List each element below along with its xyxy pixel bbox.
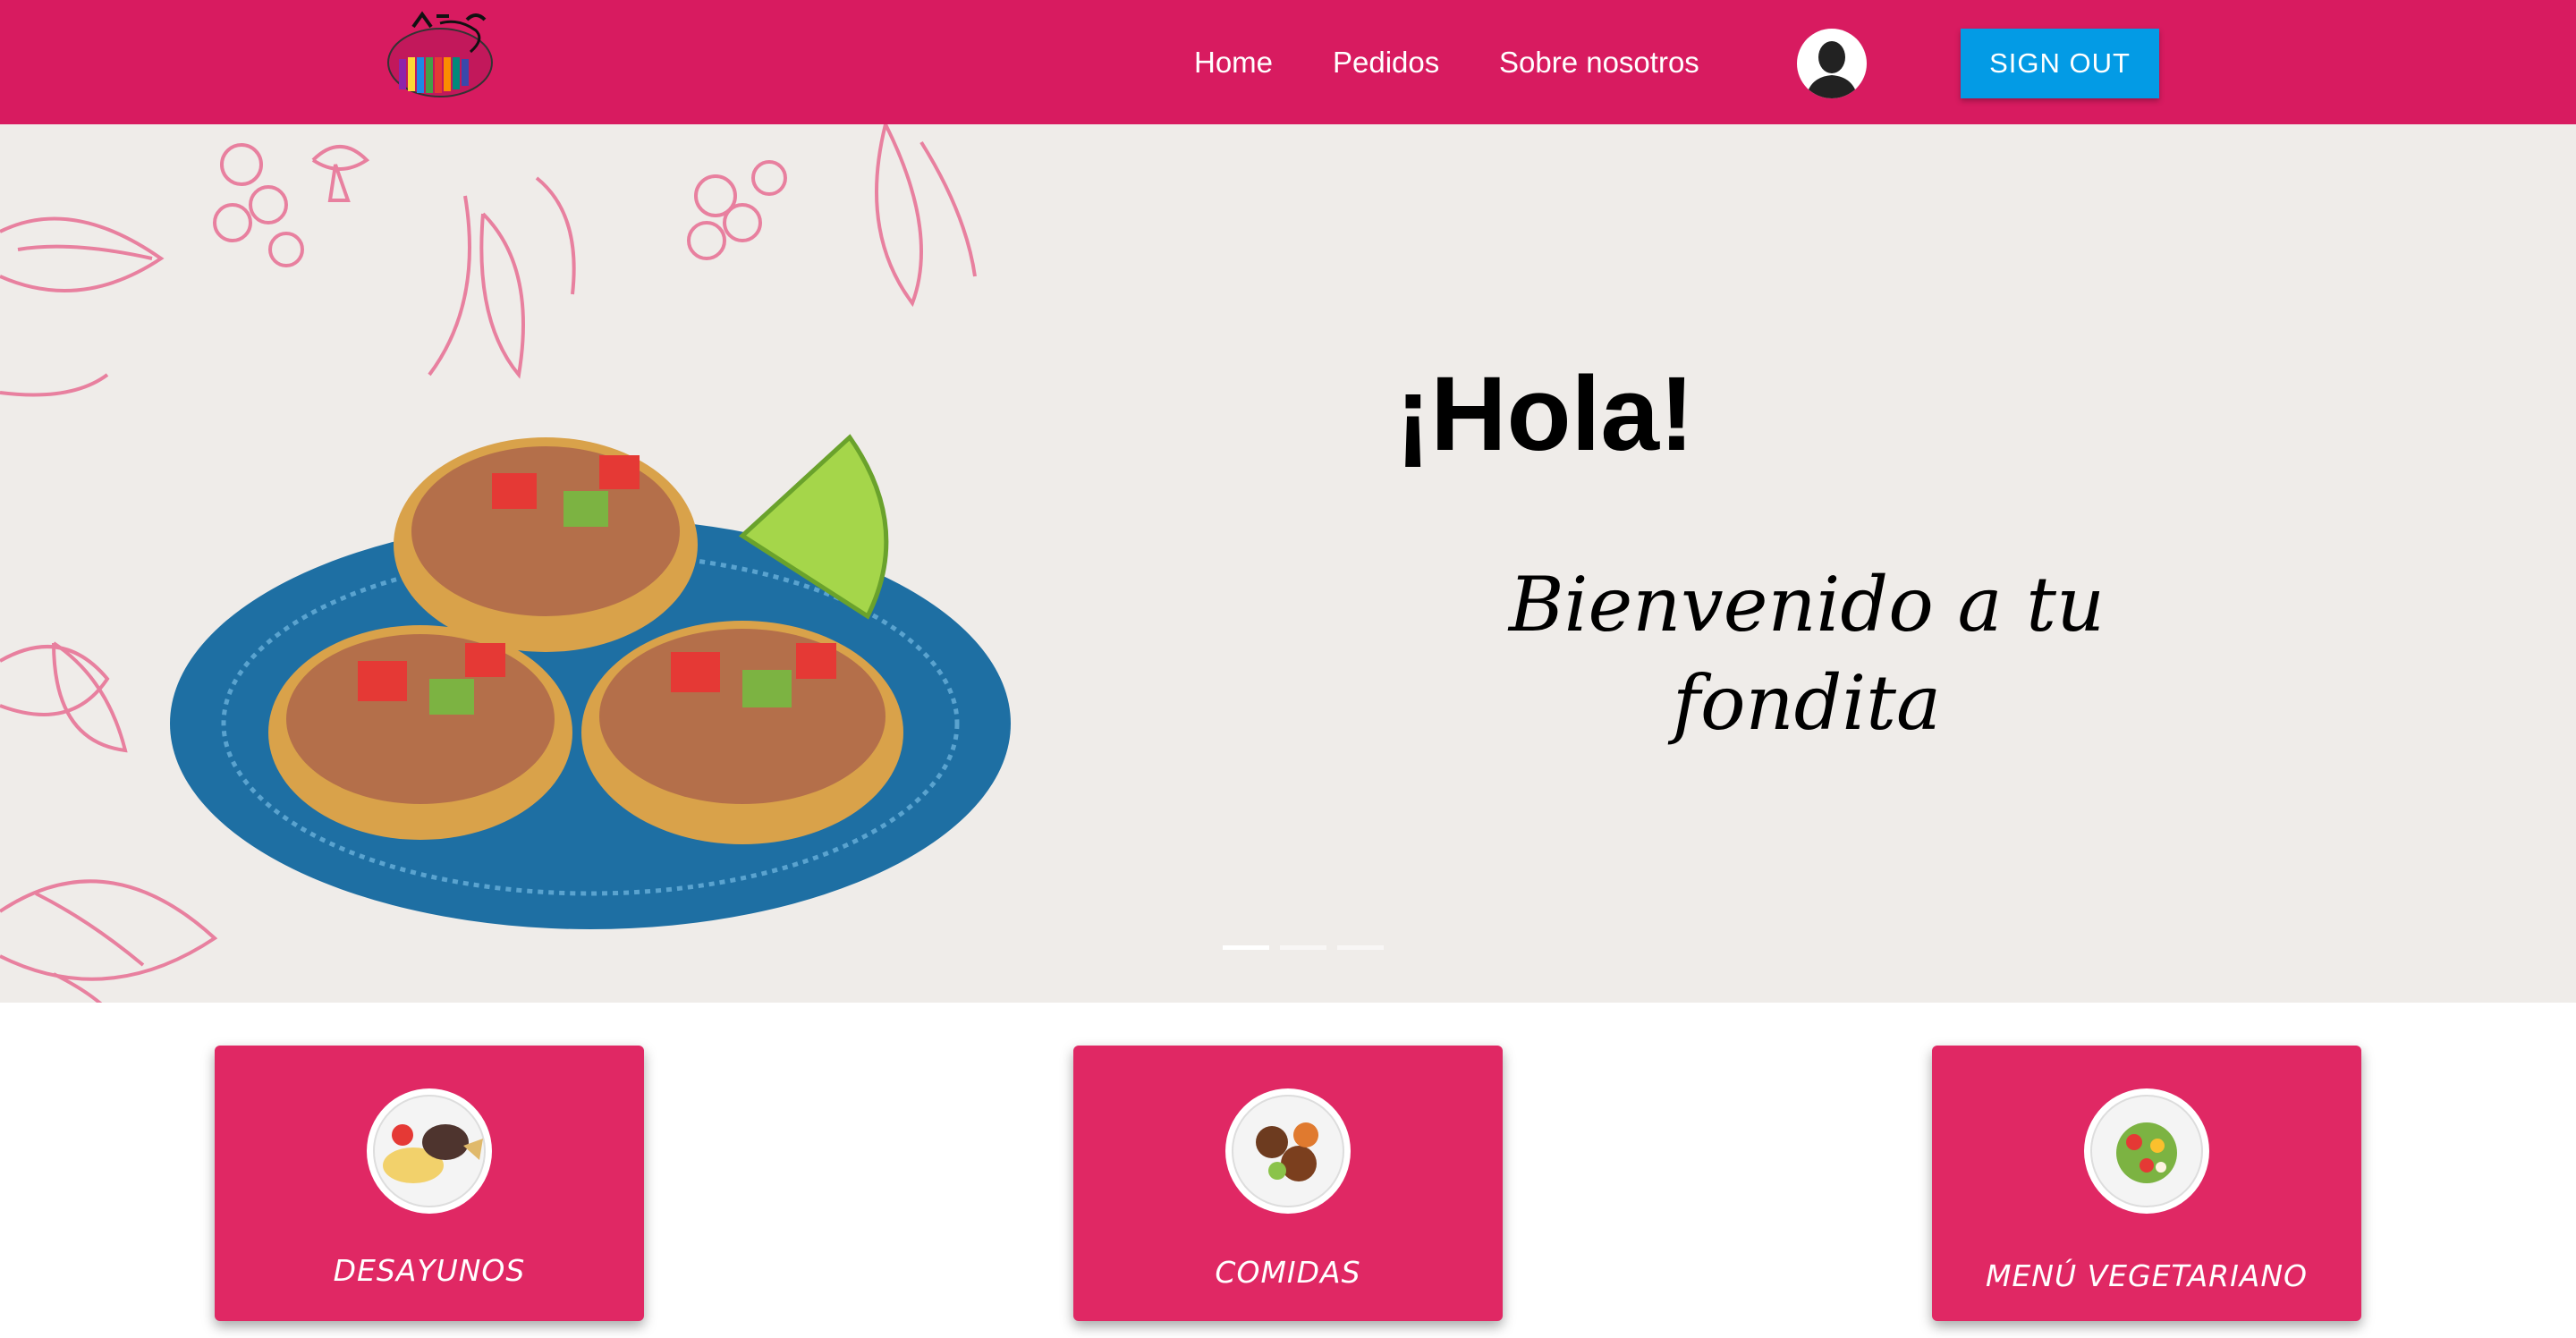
meal-plate-icon (1225, 1088, 1351, 1214)
category-label: COMIDAS (1215, 1255, 1361, 1290)
sign-out-button[interactable]: SIGN OUT (1961, 29, 2159, 98)
hero-carousel: ¡Hola! Bienvenido a tu fondita (0, 124, 2576, 1003)
navbar: Home Pedidos Sobre nosotros SIGN OUT (0, 0, 2576, 124)
nav-home[interactable]: Home (1194, 43, 1273, 82)
sope-left (268, 625, 572, 840)
user-silhouette-icon (1799, 30, 1865, 98)
sope-right (581, 621, 903, 844)
category-label: MENÚ VEGETARIANO (1985, 1258, 2309, 1293)
logo-icon (387, 11, 493, 97)
hero-title: ¡Hola! (1395, 355, 1695, 473)
carousel-indicator-2[interactable] (1280, 945, 1326, 950)
category-card-comidas[interactable]: COMIDAS (1073, 1046, 1503, 1321)
sopes-plate-image (170, 434, 1011, 929)
hero-subtitle-line2: fondita (1672, 659, 1942, 747)
carousel-indicators (1223, 945, 1384, 950)
salad-plate-icon (2084, 1088, 2209, 1214)
nav-pedidos[interactable]: Pedidos (1333, 43, 1439, 82)
category-card-menu-vegetariano[interactable]: MENÚ VEGETARIANO (1932, 1046, 2361, 1321)
avatar[interactable] (1797, 29, 1867, 98)
logo[interactable] (386, 7, 503, 114)
breakfast-plate-icon (367, 1088, 492, 1214)
nav-sobre-nosotros[interactable]: Sobre nosotros (1499, 43, 1699, 82)
hero-subtitle: Bienvenido a tu fondita (1449, 555, 2165, 752)
carousel-indicator-3[interactable] (1337, 945, 1384, 950)
sope-back (394, 437, 698, 652)
category-label: DESAYUNOS (333, 1253, 526, 1288)
carousel-indicator-1[interactable] (1223, 945, 1269, 950)
category-card-desayunos[interactable]: DESAYUNOS (215, 1046, 644, 1321)
hero-subtitle-line1: Bienvenido a tu (1508, 561, 2106, 648)
